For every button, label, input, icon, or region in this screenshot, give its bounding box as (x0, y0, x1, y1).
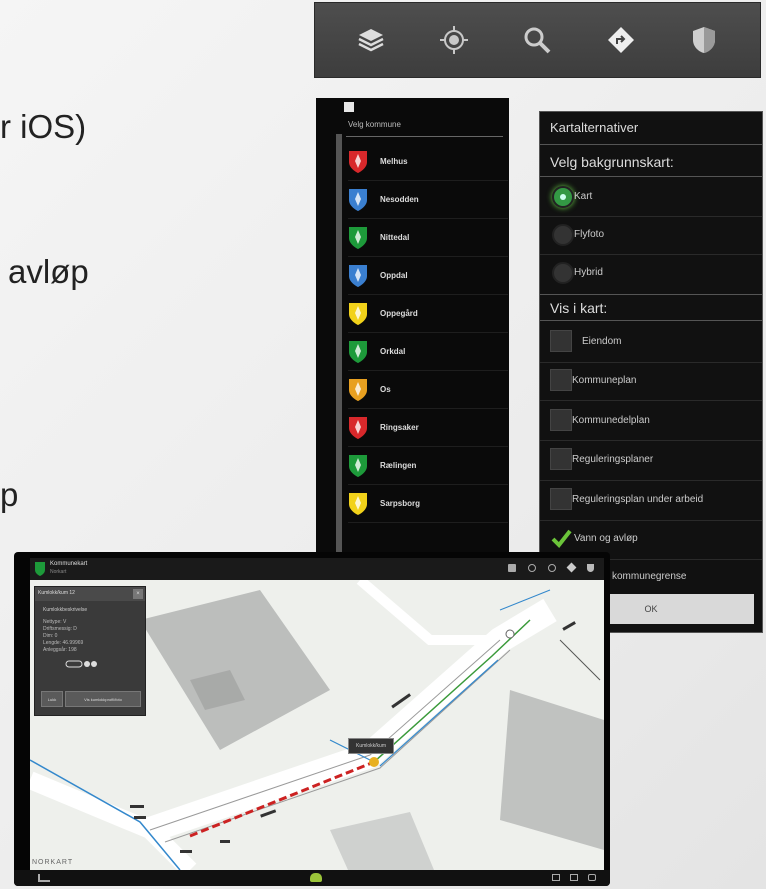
radio-kart[interactable] (552, 186, 574, 208)
kommune-list-item[interactable]: Nesodden (348, 181, 508, 219)
radio-label-hybrid: Hybrid (574, 267, 603, 278)
slide-text-avlop: avløp (8, 253, 89, 290)
map-canvas[interactable]: Kumlokk/kum 12 × Kumlokkbeskrivelse Nett… (30, 580, 604, 870)
coat-of-arms-icon (349, 340, 367, 363)
checkbox-reguleringsplan-under-arbeid[interactable] (550, 488, 572, 510)
show-heading: Vis i kart: (550, 300, 608, 316)
kumlokk-info-popup: Kumlokk/kum 12 × Kumlokkbeskrivelse Nett… (34, 586, 146, 716)
coat-of-arms-icon (349, 454, 367, 477)
layer-label-reguleringsplaner: Reguleringsplaner (572, 454, 654, 465)
home-icon[interactable] (552, 874, 560, 881)
app-subtitle: Norkart (50, 569, 67, 575)
kommune-name: Nesodden (380, 195, 419, 204)
list-scrollbar[interactable] (336, 134, 342, 554)
tablet-map-screenshot: Kommunekart Norkart Kumlokk/kum 12 × Kum… (14, 552, 610, 886)
kommune-list-title: Velg kommune (348, 120, 401, 129)
coat-of-arms-icon (349, 264, 367, 287)
kommune-list-panel: Velg kommune Melhus Nesodden Nittedal Oppda… (316, 98, 509, 554)
kommune-name: Melhus (380, 157, 408, 166)
location-target-icon[interactable] (528, 564, 536, 572)
kommune-list-item[interactable]: Sarpsborg (348, 485, 508, 523)
kommune-list-item[interactable]: Ringsaker (348, 409, 508, 447)
layer-label-kommunegrense: kommunegrense (612, 571, 687, 582)
kommune-name: Sarpsborg (380, 499, 421, 508)
layer-label-eiendom: Eiendom (582, 336, 622, 347)
background-heading: Velg bakgrunnskart: (550, 154, 674, 170)
app-logo-icon (35, 562, 45, 576)
location-target-icon[interactable] (436, 22, 472, 58)
kommune-name: Oppegård (380, 309, 418, 318)
kommune-name: Ringsaker (380, 423, 419, 432)
coat-of-arms-icon (349, 302, 367, 325)
kommune-list-item[interactable]: Os (348, 371, 508, 409)
layers-icon[interactable] (508, 564, 516, 572)
popup-profile-button[interactable]: Vis kumlokkprofil/foto (65, 691, 141, 707)
android-icon (310, 873, 322, 882)
layers-icon[interactable] (353, 22, 389, 58)
radio-label-kart: Kart (574, 191, 593, 202)
coat-of-arms-icon (349, 150, 367, 173)
kommune-list-item[interactable]: Oppegård (348, 295, 508, 333)
map-toolbar (314, 2, 761, 78)
back-icon[interactable] (38, 874, 50, 882)
search-icon[interactable] (519, 22, 555, 58)
directions-icon[interactable] (566, 562, 577, 573)
menu-icon[interactable] (588, 874, 596, 881)
app-title: Kommunekart (50, 561, 88, 567)
checkbox-vann-og-avlop[interactable] (550, 527, 572, 549)
checkbox-eiendom[interactable] (550, 330, 572, 352)
slide-text-ios: r iOS) (0, 108, 87, 145)
checkmark-icon (551, 529, 572, 549)
popup-line: Nettype: V (43, 619, 67, 625)
popup-header: Kumlokk/kum 12 (35, 587, 145, 601)
popup-heading: Kumlokkbeskrivelse (43, 607, 88, 613)
kommune-name: Os (380, 385, 391, 394)
kommune-list-item[interactable]: Rælingen (348, 447, 508, 485)
dialog-title: Kartalternativer (550, 120, 639, 135)
map-callout[interactable]: Kumlokk/kum (348, 738, 394, 754)
close-icon[interactable]: × (133, 589, 143, 599)
kommune-list-item[interactable]: Orkdal (348, 333, 508, 371)
popup-line: Lengde: 46.99969 (43, 640, 84, 646)
checkbox-reguleringsplaner[interactable] (550, 448, 572, 470)
popup-line: Anleggsår: 198 (43, 647, 77, 653)
coat-of-arms-icon (349, 226, 367, 249)
coat-of-arms-icon (349, 188, 367, 211)
directions-icon[interactable] (603, 22, 639, 58)
popup-line: Driftsmessig: D (43, 626, 77, 632)
shield-icon[interactable] (587, 564, 594, 572)
kommune-name: Nittedal (380, 233, 410, 242)
pipe-symbol-icon (65, 660, 97, 668)
layer-label-kommunedelplan: Kommunedelplan (572, 415, 650, 426)
norkart-watermark: NORKART (32, 859, 74, 866)
kommune-list-item[interactable]: Nittedal (348, 219, 508, 257)
status-square (344, 102, 354, 112)
app-topbar: Kommunekart Norkart (30, 558, 604, 580)
coat-of-arms-icon (349, 416, 367, 439)
checkbox-kommunedelplan[interactable] (550, 409, 572, 431)
coat-of-arms-icon (349, 378, 367, 401)
radio-label-flyfoto: Flyfoto (574, 229, 605, 240)
kommune-list-item[interactable]: Melhus (348, 143, 508, 181)
kommune-name: Oppdal (380, 271, 408, 280)
checkbox-kommuneplan[interactable] (550, 369, 572, 391)
radio-flyfoto[interactable] (552, 224, 574, 246)
layer-label-kommuneplan: Kommuneplan (572, 375, 637, 386)
kommune-name: Orkdal (380, 347, 406, 356)
recent-apps-icon[interactable] (570, 874, 578, 881)
kommune-list-item[interactable]: Oppdal (348, 257, 508, 295)
radio-hybrid[interactable] (552, 262, 574, 284)
popup-close-button[interactable]: Lukk (41, 691, 63, 707)
shield-icon[interactable] (686, 22, 722, 58)
layer-label-reguleringsplan-under-arbeid: Reguleringsplan under arbeid (572, 494, 704, 505)
popup-line: Dim: 0 (43, 633, 58, 639)
coat-of-arms-icon (349, 492, 367, 515)
kommune-name: Rælingen (380, 461, 417, 470)
android-navbar (14, 870, 610, 886)
layer-label-vann-og-avlop: Vann og avløp (574, 533, 638, 544)
slide-text-p: p (0, 476, 19, 513)
search-icon[interactable] (548, 564, 556, 572)
